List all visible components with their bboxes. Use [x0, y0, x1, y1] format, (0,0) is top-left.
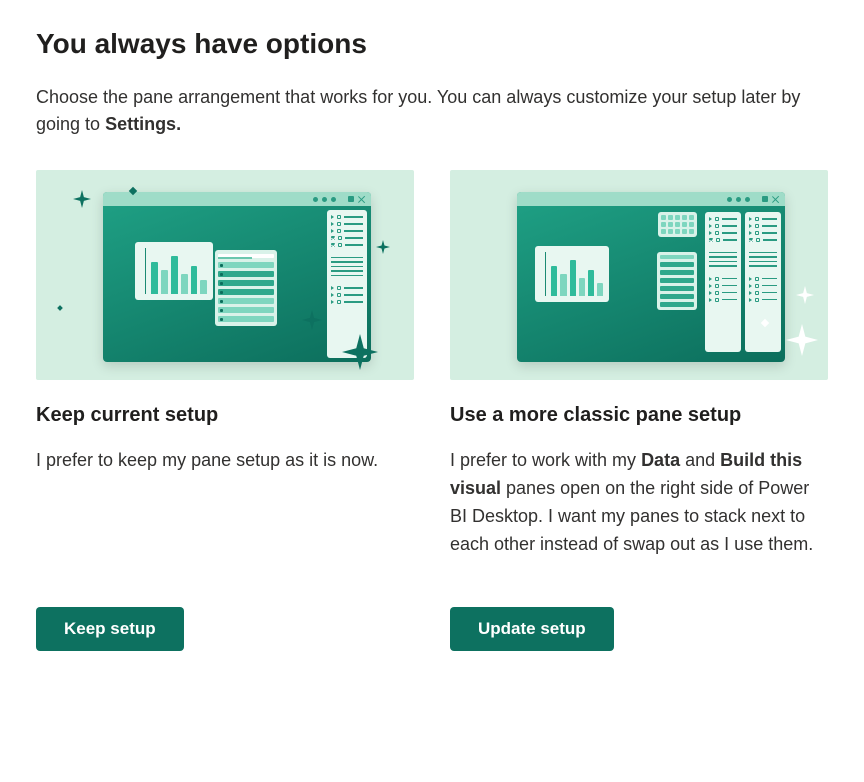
page-description: Choose the pane arrangement that works f…: [36, 84, 828, 138]
illustration-keep-current: [36, 170, 414, 380]
option-keep-current: Keep current setup I prefer to keep my p…: [36, 170, 414, 559]
option-keep-title: Keep current setup: [36, 404, 414, 427]
options-row: Keep current setup I prefer to keep my p…: [36, 170, 828, 559]
window-titlebar-icon: [103, 192, 371, 206]
text: I prefer to work with my: [450, 450, 641, 470]
side-stacked-panel: [705, 212, 741, 352]
window-titlebar-icon: [517, 192, 785, 206]
sparkle-dot-icon: [57, 305, 63, 311]
sparkle-icon: [302, 310, 322, 330]
chart-icon: [535, 246, 609, 302]
chart-icon: [135, 242, 213, 300]
text: and: [680, 450, 720, 470]
sparkle-icon: [73, 190, 91, 208]
option-classic: Use a more classic pane setup I prefer t…: [450, 170, 828, 559]
keep-setup-button[interactable]: Keep setup: [36, 607, 184, 651]
properties-list-panel: [657, 252, 697, 310]
button-row: Keep setup Update setup: [36, 607, 828, 651]
page-title: You always have options: [36, 28, 828, 60]
side-stacked-panel: [745, 212, 781, 352]
sparkle-icon: [342, 334, 378, 370]
text: panes open on the right side of Power BI…: [450, 478, 813, 554]
sparkle-icon: [376, 240, 390, 254]
update-setup-button[interactable]: Update setup: [450, 607, 614, 651]
floating-list-panel: [215, 250, 277, 326]
option-classic-title: Use a more classic pane setup: [450, 404, 828, 427]
bold-data: Data: [641, 450, 680, 470]
page-desc-settings-bold: Settings.: [105, 114, 181, 134]
illustration-classic: [450, 170, 828, 380]
visual-gallery-panel: [658, 212, 697, 237]
option-keep-desc: I prefer to keep my pane setup as it is …: [36, 447, 414, 559]
sparkle-icon: [786, 324, 818, 356]
option-classic-desc: I prefer to work with my Data and Build …: [450, 447, 828, 559]
sparkle-icon: [796, 286, 814, 304]
